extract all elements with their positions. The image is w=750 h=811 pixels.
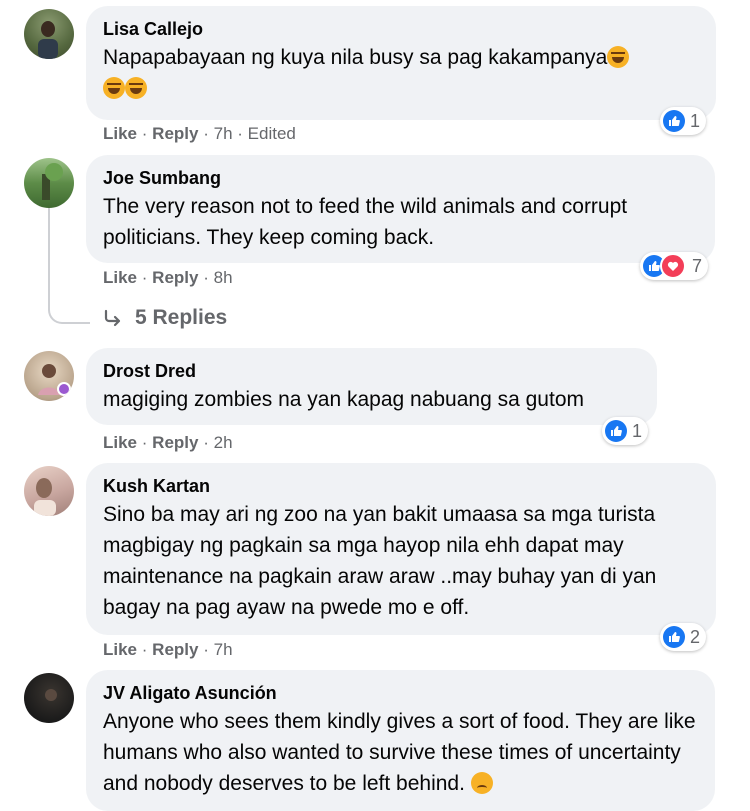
reply-arrow-icon xyxy=(104,309,121,327)
reaction-summary[interactable]: 1 xyxy=(602,417,649,445)
separator: · xyxy=(141,268,148,287)
like-link[interactable]: Like xyxy=(103,640,137,659)
separator: · xyxy=(203,640,209,659)
reaction-summary[interactable]: 1 xyxy=(660,107,707,135)
separator: · xyxy=(141,433,148,452)
like-icon xyxy=(605,420,627,442)
avatar[interactable] xyxy=(24,351,74,401)
comment-text-body: Anyone who sees them kindly gives a sort… xyxy=(103,710,696,795)
comment-actions: Like · Reply · 7h xyxy=(103,640,233,660)
comment-actions: Like · Reply · 2h xyxy=(103,433,233,453)
reply-link[interactable]: Reply xyxy=(152,268,198,287)
separator: · xyxy=(203,433,209,452)
reaction-count: 7 xyxy=(692,255,703,276)
reaction-count: 2 xyxy=(690,626,701,647)
avatar-person-icon xyxy=(42,163,63,200)
comment-actions: Like · Reply · 7h · Edited xyxy=(103,124,296,144)
separator: · xyxy=(141,124,148,143)
reaction-summary[interactable]: 2 xyxy=(660,623,707,651)
comment-text: Napapabayaan ng kuya nila busy sa pag ka… xyxy=(103,42,698,104)
reaction-count: 1 xyxy=(632,420,643,441)
reply-link[interactable]: Reply xyxy=(152,640,198,659)
replies-count-label: 5 Replies xyxy=(135,306,228,329)
comment-bubble: Drost Dred magiging zombies na yan kapag… xyxy=(86,348,657,425)
timestamp[interactable]: 7h xyxy=(214,124,233,143)
reply-link[interactable]: Reply xyxy=(152,124,198,143)
comment-author[interactable]: Drost Dred xyxy=(103,360,639,382)
edited-label: Edited xyxy=(247,124,296,143)
comment-bubble: Lisa Callejo Napapabayaan ng kuya nila b… xyxy=(86,6,716,120)
view-replies-link[interactable]: 5 Replies xyxy=(103,306,227,330)
avatar-person-icon xyxy=(38,364,71,396)
laughing-emoji-icon xyxy=(103,77,125,99)
avatar-person-icon xyxy=(45,689,57,701)
avatar-person-icon xyxy=(38,21,58,59)
laughing-emoji-icon xyxy=(607,46,630,68)
like-icon xyxy=(663,110,685,132)
separator: · xyxy=(203,268,209,287)
comment-author[interactable]: Lisa Callejo xyxy=(103,18,698,40)
separator: · xyxy=(141,640,148,659)
avatar-person-icon xyxy=(34,478,56,516)
like-icon xyxy=(663,626,685,648)
comment-actions: Like · Reply · 8h xyxy=(103,268,233,288)
comment-bubble: JV Aligato Asunción Anyone who sees them… xyxy=(86,670,715,811)
separator: · xyxy=(237,124,243,143)
comment-text: The very reason not to feed the wild ani… xyxy=(103,195,628,249)
comment-text: Anyone who sees them kindly gives a sort… xyxy=(103,706,703,799)
comment-author[interactable]: JV Aligato Asunción xyxy=(103,682,697,704)
timestamp[interactable]: 7h xyxy=(214,640,233,659)
laughing-emoji-icon xyxy=(125,77,147,99)
comment-text: magiging zombies na yan kapag nabuang sa… xyxy=(103,388,584,411)
comment-author[interactable]: Kush Kartan xyxy=(103,475,698,497)
comment-text-line: Napapabayaan ng kuya nila busy sa pag ka… xyxy=(103,46,608,69)
avatar[interactable] xyxy=(24,466,74,516)
like-link[interactable]: Like xyxy=(103,268,137,287)
timestamp[interactable]: 8h xyxy=(214,268,233,287)
comment-bubble: Kush Kartan Sino ba may ari ng zoo na ya… xyxy=(86,463,716,635)
like-link[interactable]: Like xyxy=(103,124,137,143)
avatar[interactable] xyxy=(24,9,74,59)
separator: · xyxy=(203,124,209,143)
comment-author[interactable]: Joe Sumbang xyxy=(103,167,697,189)
reply-thread-line xyxy=(48,208,90,324)
heart-icon xyxy=(660,253,686,279)
reaction-summary[interactable]: 7 xyxy=(640,252,709,280)
comment-bubble: Joe Sumbang The very reason not to feed … xyxy=(86,155,715,263)
timestamp[interactable]: 2h xyxy=(214,433,233,452)
avatar[interactable] xyxy=(24,158,74,208)
reaction-count: 1 xyxy=(690,110,701,131)
like-link[interactable]: Like xyxy=(103,433,137,452)
comment-text: Sino ba may ari ng zoo na yan bakit umaa… xyxy=(103,503,657,619)
avatar[interactable] xyxy=(24,673,74,723)
reply-link[interactable]: Reply xyxy=(152,433,198,452)
crying-emoji-icon xyxy=(470,772,493,794)
